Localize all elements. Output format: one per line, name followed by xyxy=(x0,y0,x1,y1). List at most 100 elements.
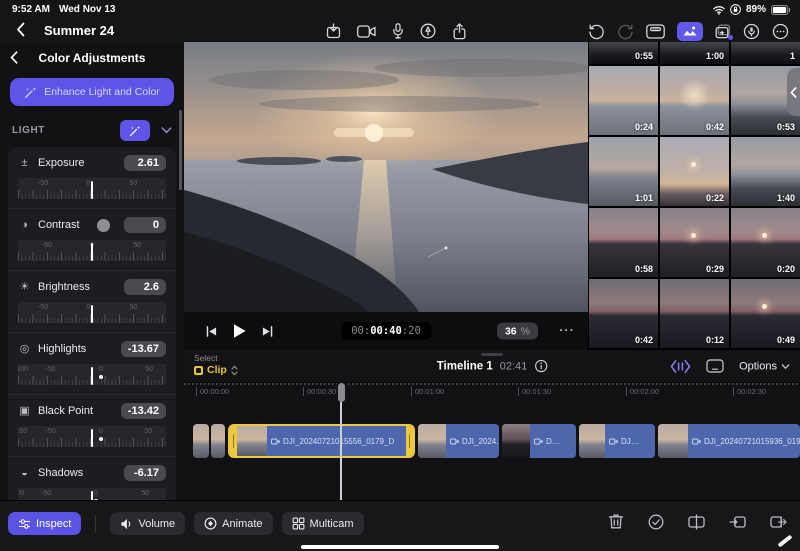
timecode-display[interactable]: 00:00:40:20 xyxy=(341,322,431,340)
trim-handle-left[interactable] xyxy=(230,426,237,456)
media-clip-thumbnail[interactable]: 0:20 xyxy=(731,208,800,278)
jog-wheel-icon[interactable] xyxy=(646,24,665,39)
slider-tick-label: -50 xyxy=(42,242,52,249)
slider-handle[interactable] xyxy=(91,243,93,261)
media-clip-thumbnail[interactable]: 0:29 xyxy=(660,208,730,278)
next-frame-button[interactable] xyxy=(262,326,273,337)
media-clip-thumbnail[interactable]: 0:55 xyxy=(589,42,659,64)
slider-value-field[interactable]: 0 xyxy=(124,217,166,233)
media-clip-thumbnail[interactable]: 1:40 xyxy=(731,137,800,207)
slider-tick-label: 0 xyxy=(86,180,90,187)
slider-handle[interactable] xyxy=(91,181,93,199)
media-clip-thumbnail[interactable]: 0:49 xyxy=(731,279,800,349)
media-clip-thumbnail[interactable]: 0:42 xyxy=(589,279,659,349)
slider-group-black-point: ▣Black Point-13.42-100-50050 xyxy=(8,394,176,456)
clips-browser-icon[interactable] xyxy=(715,24,731,39)
animate-button[interactable]: Animate xyxy=(194,512,272,535)
inspect-button[interactable]: Inspect xyxy=(8,512,81,535)
viewer-zoom-button[interactable]: 36% xyxy=(497,323,538,340)
ruler-timecode-label: 00:01:00 xyxy=(411,387,444,396)
slider-handle[interactable] xyxy=(91,367,93,385)
slider-value-field[interactable]: 2.61 xyxy=(124,155,166,171)
media-clip-thumbnail[interactable]: 0:24 xyxy=(589,66,659,136)
timeline-clip[interactable]: DJI_20240721015556_0179_D xyxy=(228,424,415,458)
multicam-button[interactable]: Multicam xyxy=(282,512,364,535)
timeline-clip[interactable]: DJI_2024… xyxy=(418,424,499,458)
microphone-icon[interactable] xyxy=(392,23,404,39)
trash-icon[interactable] xyxy=(608,513,624,530)
pencil-tools-icon[interactable] xyxy=(420,23,436,39)
clip-filter[interactable]: Select Clip xyxy=(194,353,238,376)
timeline-clip[interactable] xyxy=(211,424,225,458)
slider-ruler[interactable]: -100-50050 xyxy=(18,364,166,385)
volume-button[interactable]: Volume xyxy=(110,512,185,535)
slider-value-field[interactable]: -13.67 xyxy=(121,341,166,357)
check-circle-icon[interactable] xyxy=(648,514,664,530)
video-preview[interactable] xyxy=(184,42,588,312)
contrast-icon: ◑ xyxy=(18,219,31,232)
info-icon[interactable] xyxy=(534,360,547,373)
trim-handle-right[interactable] xyxy=(406,426,413,456)
slider-ruler[interactable]: -100-50050 xyxy=(18,426,166,447)
media-clip-thumbnail[interactable]: 0:42 xyxy=(660,66,730,136)
slider-value-field[interactable]: -13.42 xyxy=(121,403,166,419)
split-clip-icon[interactable] xyxy=(688,514,705,530)
browser-collapse-handle[interactable] xyxy=(787,68,800,116)
slider-ruler[interactable]: -50050 xyxy=(18,240,166,261)
redo-icon[interactable] xyxy=(617,23,634,40)
insert-right-icon[interactable] xyxy=(770,514,787,530)
ruler-timecode-label: 00:00:00 xyxy=(196,387,229,396)
media-clip-thumbnail[interactable]: 0:58 xyxy=(589,208,659,278)
magic-wand-icon xyxy=(24,86,37,99)
options-button[interactable]: Options xyxy=(739,360,790,372)
media-clip-thumbnail[interactable]: 1:01 xyxy=(589,137,659,207)
light-auto-wand-button[interactable] xyxy=(120,120,150,141)
undo-icon[interactable] xyxy=(588,23,605,40)
more-icon[interactable] xyxy=(772,23,789,40)
panel-scrollbar[interactable] xyxy=(179,110,182,190)
media-clip-thumbnail[interactable]: 0:22 xyxy=(660,137,730,207)
battery-icon xyxy=(771,5,791,15)
video-camera-icon[interactable] xyxy=(357,25,376,38)
clip-name-text: D… xyxy=(546,437,560,446)
slider-tick-label: -100 xyxy=(18,490,24,497)
timecode-main: 00:40 xyxy=(370,325,402,337)
magnetic-timeline-icon[interactable] xyxy=(670,359,691,373)
slider-value-field[interactable]: 2.6 xyxy=(124,279,166,295)
media-clip-thumbnail[interactable]: 1:00 xyxy=(660,42,730,64)
insert-left-icon[interactable] xyxy=(729,514,746,530)
timeline-drag-handle[interactable] xyxy=(481,353,503,356)
slider-handle[interactable] xyxy=(91,305,93,323)
enhance-light-color-button[interactable]: Enhance Light and Color xyxy=(10,78,174,106)
voiceover-icon[interactable] xyxy=(743,23,760,40)
slider-handle[interactable] xyxy=(91,429,93,447)
light-collapse-chevron[interactable] xyxy=(161,127,172,134)
slider-tick-label: 50 xyxy=(141,490,149,497)
play-button[interactable] xyxy=(232,323,247,339)
playhead-handle[interactable] xyxy=(336,381,347,404)
back-button[interactable] xyxy=(16,22,25,37)
slider-ruler[interactable]: -50050 xyxy=(18,302,166,323)
timeline-ruler[interactable]: 00:00:0000:00:3000:01:0000:01:3000:02:00… xyxy=(184,383,800,399)
timeline-clip[interactable]: DJ… xyxy=(579,424,655,458)
previous-frame-button[interactable] xyxy=(206,326,217,337)
timeline-clip[interactable] xyxy=(193,424,209,458)
media-clip-thumbnail[interactable]: 0:12 xyxy=(660,279,730,349)
clip-duration: 1:40 xyxy=(777,193,795,203)
import-icon[interactable] xyxy=(326,23,341,39)
clip-duration: 0:55 xyxy=(635,51,653,61)
home-indicator[interactable] xyxy=(301,545,499,550)
clip-name-text: DJI_20240721015556_0179_D xyxy=(283,437,394,446)
timeline-clip[interactable]: D… xyxy=(502,424,576,458)
timeline-clip[interactable]: DJI_20240721015936_0190_D xyxy=(658,424,800,458)
connect-clip-icon[interactable] xyxy=(706,359,724,374)
panel-title: Color Adjustments xyxy=(0,51,184,65)
slider-value-field[interactable]: -6.17 xyxy=(124,465,166,481)
slider-ruler[interactable]: -50050 xyxy=(18,178,166,199)
speaker-icon xyxy=(120,518,133,530)
media-clip-thumbnail[interactable]: 1 xyxy=(731,42,800,64)
viewer-more-button[interactable]: ··· xyxy=(560,325,576,337)
media-browser-icon[interactable] xyxy=(677,22,703,41)
slider-tick-label: 50 xyxy=(130,304,138,311)
share-icon[interactable] xyxy=(452,23,468,40)
